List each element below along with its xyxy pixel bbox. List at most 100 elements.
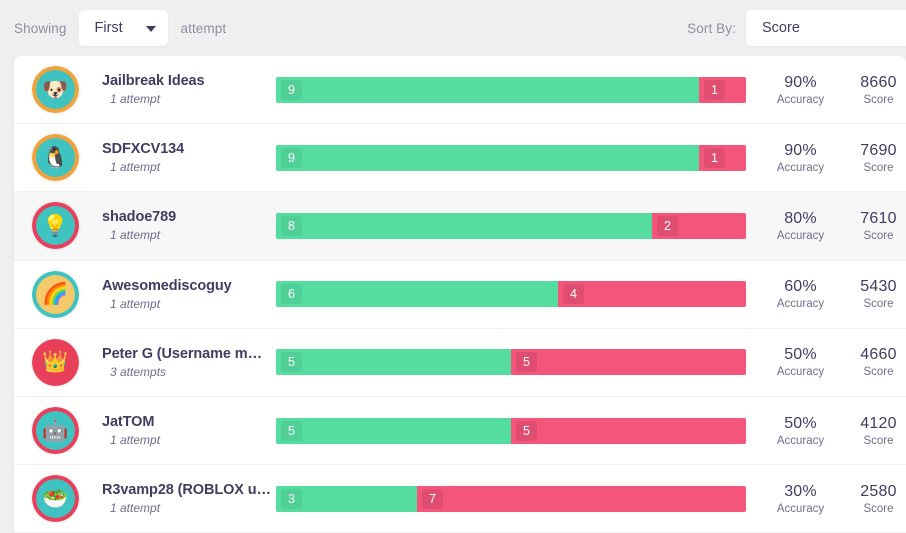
avatar-inner: 👑 <box>36 343 75 382</box>
player-name: SDFXCV134 <box>102 141 274 157</box>
table-row[interactable]: 🥗 R3vamp28 (ROBLOX u… 1 attempt 3 7 30% … <box>14 465 906 533</box>
player-info: R3vamp28 (ROBLOX u… 1 attempt <box>102 482 274 515</box>
accuracy-label: Accuracy <box>765 298 836 310</box>
accuracy-stat: 60% Accuracy <box>765 278 836 310</box>
accuracy-stat: 80% Accuracy <box>765 210 836 242</box>
player-name: JatTOM <box>102 414 274 430</box>
accuracy-bar: 5 5 <box>276 418 746 444</box>
attempts-count: 1 attempt <box>102 433 274 447</box>
avatar: 👑 <box>32 339 79 386</box>
sort-controls: Sort By: Score <box>687 0 906 56</box>
score-value: 4660 <box>843 346 906 364</box>
bar-segment-wrong: 1 <box>699 77 746 103</box>
bar-segment-correct: 5 <box>276 349 511 375</box>
sort-by-select[interactable]: Score <box>746 10 906 46</box>
bar-segment-wrong: 2 <box>652 213 746 239</box>
accuracy-stat: 50% Accuracy <box>765 415 836 447</box>
correct-count: 6 <box>281 284 302 304</box>
score-value: 8660 <box>843 74 906 92</box>
accuracy-value: 50% <box>765 346 836 364</box>
correct-count: 9 <box>281 80 302 100</box>
accuracy-value: 90% <box>765 142 836 160</box>
accuracy-bar: 5 5 <box>276 349 746 375</box>
bar-segment-correct: 5 <box>276 418 511 444</box>
bar-segment-wrong: 5 <box>511 418 746 444</box>
bar-segment-correct: 9 <box>276 77 699 103</box>
showing-label: Showing <box>14 21 67 36</box>
score-value: 7690 <box>843 142 906 160</box>
table-row[interactable]: 🐶 Jailbreak Ideas 1 attempt 9 1 90% Accu… <box>14 56 906 124</box>
accuracy-stat: 90% Accuracy <box>765 74 836 106</box>
table-row[interactable]: 🌈 Awesomediscoguy 1 attempt 6 4 60% Accu… <box>14 261 906 329</box>
score-label: Score <box>843 94 906 106</box>
avatar: 🐧 <box>32 134 79 181</box>
avatar-inner: 🌈 <box>36 275 75 314</box>
accuracy-value: 80% <box>765 210 836 228</box>
correct-count: 5 <box>281 421 302 441</box>
avatar: 🌈 <box>32 271 79 318</box>
bowl-avatar-icon: 🥗 <box>42 488 68 509</box>
table-row[interactable]: 👑 Peter G (Username m… 3 attempts 5 5 50… <box>14 329 906 397</box>
bar-segment-wrong: 5 <box>511 349 746 375</box>
accuracy-value: 90% <box>765 74 836 92</box>
crown-avatar-icon: 👑 <box>42 352 68 373</box>
score-value: 2580 <box>843 483 906 501</box>
table-row[interactable]: 🐧 SDFXCV134 1 attempt 9 1 90% Accuracy 7… <box>14 124 906 192</box>
chevron-down-icon <box>146 26 156 32</box>
score-label: Score <box>843 435 906 447</box>
attempt-select[interactable]: First <box>79 10 168 46</box>
wrong-count: 7 <box>422 489 443 509</box>
accuracy-label: Accuracy <box>765 162 836 174</box>
correct-count: 8 <box>281 216 302 236</box>
attempt-select-value: First <box>95 20 123 36</box>
accuracy-stat: 30% Accuracy <box>765 483 836 515</box>
accuracy-value: 60% <box>765 278 836 296</box>
accuracy-label: Accuracy <box>765 230 836 242</box>
player-info: Peter G (Username m… 3 attempts <box>102 346 274 379</box>
robot-avatar-icon: 🤖 <box>42 420 68 441</box>
lightbulb-avatar-icon: 💡 <box>42 215 68 236</box>
penguin-avatar-icon: 🐧 <box>42 147 68 168</box>
bar-segment-correct: 8 <box>276 213 652 239</box>
score-stat: 8660 Score <box>843 74 906 106</box>
score-stat: 7690 Score <box>843 142 906 174</box>
score-label: Score <box>843 503 906 515</box>
attempt-label: attempt <box>181 21 227 36</box>
player-name: Peter G (Username m… <box>102 346 274 362</box>
accuracy-bar: 9 1 <box>276 77 746 103</box>
accuracy-value: 50% <box>765 415 836 433</box>
accuracy-bar: 9 1 <box>276 145 746 171</box>
attempts-count: 1 attempt <box>102 160 274 174</box>
correct-count: 3 <box>281 489 302 509</box>
attempts-count: 1 attempt <box>102 228 274 242</box>
accuracy-bar: 3 7 <box>276 486 746 512</box>
avatar: 💡 <box>32 202 79 249</box>
player-info: SDFXCV134 1 attempt <box>102 141 274 174</box>
correct-count: 9 <box>281 148 302 168</box>
score-label: Score <box>843 298 906 310</box>
leaderboard-list: 🐶 Jailbreak Ideas 1 attempt 9 1 90% Accu… <box>14 56 906 533</box>
player-info: Jailbreak Ideas 1 attempt <box>102 73 274 106</box>
filter-toolbar: Showing First attempt Sort By: Score <box>0 0 906 56</box>
wrong-count: 5 <box>516 421 537 441</box>
correct-count: 5 <box>281 352 302 372</box>
table-row[interactable]: 🤖 JatTOM 1 attempt 5 5 50% Accuracy 4120… <box>14 397 906 465</box>
wrong-count: 5 <box>516 352 537 372</box>
bar-segment-correct: 6 <box>276 281 558 307</box>
player-name: R3vamp28 (ROBLOX u… <box>102 482 274 498</box>
table-row[interactable]: 💡 shadoe789 1 attempt 8 2 80% Accuracy 7… <box>14 192 906 260</box>
player-name: Awesomediscoguy <box>102 278 274 294</box>
avatar-inner: 🐧 <box>36 138 75 177</box>
wrong-count: 1 <box>704 148 725 168</box>
accuracy-label: Accuracy <box>765 503 836 515</box>
avatar: 🐶 <box>32 66 79 113</box>
score-stat: 4120 Score <box>843 415 906 447</box>
accuracy-stat: 90% Accuracy <box>765 142 836 174</box>
player-info: shadoe789 1 attempt <box>102 209 274 242</box>
rainbow-avatar-icon: 🌈 <box>42 284 68 305</box>
player-name: shadoe789 <box>102 209 274 225</box>
accuracy-label: Accuracy <box>765 366 836 378</box>
accuracy-bar: 8 2 <box>276 213 746 239</box>
wrong-count: 4 <box>563 284 584 304</box>
accuracy-label: Accuracy <box>765 435 836 447</box>
